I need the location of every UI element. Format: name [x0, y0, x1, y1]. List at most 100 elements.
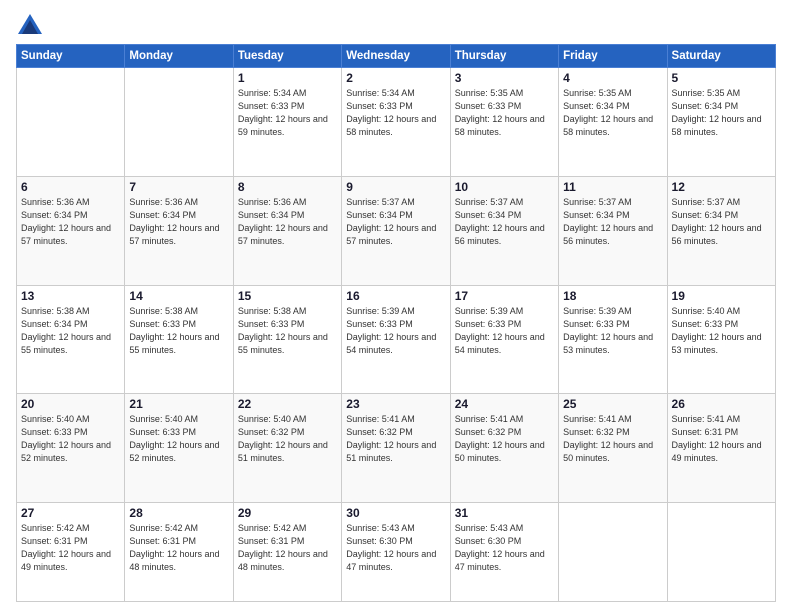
day-number: 30	[346, 506, 445, 520]
day-number: 26	[672, 397, 771, 411]
day-number: 6	[21, 180, 120, 194]
day-info: Sunrise: 5:43 AM Sunset: 6:30 PM Dayligh…	[455, 522, 554, 574]
calendar-day-cell: 20Sunrise: 5:40 AM Sunset: 6:33 PM Dayli…	[17, 394, 125, 503]
day-info: Sunrise: 5:41 AM Sunset: 6:32 PM Dayligh…	[346, 413, 445, 465]
day-number: 13	[21, 289, 120, 303]
calendar-day-cell	[667, 503, 775, 602]
calendar-day-cell: 10 Sunrise: 5:37 AM Sunset: 6:34 PM Dayli…	[450, 176, 558, 285]
day-info: Sunrise: 5:37 AM Sunset: 6:34 PM Dayligh…	[672, 196, 771, 248]
day-number: 1	[238, 71, 337, 85]
calendar-day-cell	[559, 503, 667, 602]
calendar-day-cell: 16 Sunrise: 5:39 AM Sunset: 6:33 PM Dayli…	[342, 285, 450, 394]
day-info: Sunrise: 5:40 AM Sunset: 6:33 PM Dayligh…	[129, 413, 228, 465]
day-number: 11	[563, 180, 662, 194]
day-info: Sunrise: 5:40 AM Sunset: 6:32 PM Dayligh…	[238, 413, 337, 465]
calendar-day-cell: 13 Sunrise: 5:38 AM Sunset: 6:34 PM Dayli…	[17, 285, 125, 394]
day-info: Sunrise: 5:34 AM Sunset: 6:33 PM Dayligh…	[238, 87, 337, 139]
day-info: Sunrise: 5:41 AM Sunset: 6:31 PM Dayligh…	[672, 413, 771, 465]
day-info: Sunrise: 5:38 AM Sunset: 6:33 PM Dayligh…	[129, 305, 228, 357]
day-info: Sunrise: 5:37 AM Sunset: 6:34 PM Dayligh…	[563, 196, 662, 248]
day-number: 16	[346, 289, 445, 303]
day-info: Sunrise: 5:42 AM Sunset: 6:31 PM Dayligh…	[129, 522, 228, 574]
day-info: Sunrise: 5:39 AM Sunset: 6:33 PM Dayligh…	[563, 305, 662, 357]
day-number: 9	[346, 180, 445, 194]
day-number: 21	[129, 397, 228, 411]
calendar-day-cell	[17, 68, 125, 177]
day-number: 7	[129, 180, 228, 194]
day-info: Sunrise: 5:34 AM Sunset: 6:33 PM Dayligh…	[346, 87, 445, 139]
calendar-day-cell: 5 Sunrise: 5:35 AM Sunset: 6:34 PM Daylig…	[667, 68, 775, 177]
calendar-day-cell: 18 Sunrise: 5:39 AM Sunset: 6:33 PM Dayli…	[559, 285, 667, 394]
day-number: 24	[455, 397, 554, 411]
page: SundayMondayTuesdayWednesdayThursdayFrid…	[0, 0, 792, 612]
day-info: Sunrise: 5:38 AM Sunset: 6:33 PM Dayligh…	[238, 305, 337, 357]
day-number: 18	[563, 289, 662, 303]
day-number: 17	[455, 289, 554, 303]
day-number: 22	[238, 397, 337, 411]
calendar-day-cell: 24 Sunrise: 5:41 AM Sunset: 6:32 PM Dayli…	[450, 394, 558, 503]
day-number: 27	[21, 506, 120, 520]
calendar-day-cell: 21 Sunrise: 5:40 AM Sunset: 6:33 PM Dayli…	[125, 394, 233, 503]
day-number: 12	[672, 180, 771, 194]
header	[16, 12, 776, 40]
calendar-day-cell: 12 Sunrise: 5:37 AM Sunset: 6:34 PM Dayli…	[667, 176, 775, 285]
day-info: Sunrise: 5:35 AM Sunset: 6:34 PM Dayligh…	[672, 87, 771, 139]
day-info: Sunrise: 5:37 AM Sunset: 6:34 PM Dayligh…	[455, 196, 554, 248]
day-info: Sunrise: 5:35 AM Sunset: 6:34 PM Dayligh…	[563, 87, 662, 139]
calendar-day-cell	[125, 68, 233, 177]
calendar-day-cell: 2 Sunrise: 5:34 AM Sunset: 6:33 PM Daylig…	[342, 68, 450, 177]
calendar-day-cell: 19 Sunrise: 5:40 AM Sunset: 6:33 PM Dayli…	[667, 285, 775, 394]
day-info: Sunrise: 5:41 AM Sunset: 6:32 PM Dayligh…	[455, 413, 554, 465]
day-info: Sunrise: 5:42 AM Sunset: 6:31 PM Dayligh…	[21, 522, 120, 574]
weekday-header: Wednesday	[342, 45, 450, 68]
calendar-day-cell: 4 Sunrise: 5:35 AM Sunset: 6:34 PM Daylig…	[559, 68, 667, 177]
weekday-header: Friday	[559, 45, 667, 68]
day-info: Sunrise: 5:41 AM Sunset: 6:32 PM Dayligh…	[563, 413, 662, 465]
calendar-day-cell: 23 Sunrise: 5:41 AM Sunset: 6:32 PM Dayli…	[342, 394, 450, 503]
calendar-day-cell: 8Sunrise: 5:36 AM Sunset: 6:34 PM Daylig…	[233, 176, 341, 285]
day-info: Sunrise: 5:35 AM Sunset: 6:33 PM Dayligh…	[455, 87, 554, 139]
calendar-day-cell: 26 Sunrise: 5:41 AM Sunset: 6:31 PM Dayli…	[667, 394, 775, 503]
calendar-day-cell: 17 Sunrise: 5:39 AM Sunset: 6:33 PM Dayli…	[450, 285, 558, 394]
calendar-day-cell: 22 Sunrise: 5:40 AM Sunset: 6:32 PM Dayli…	[233, 394, 341, 503]
calendar-table: SundayMondayTuesdayWednesdayThursdayFrid…	[16, 44, 776, 602]
day-number: 19	[672, 289, 771, 303]
day-number: 14	[129, 289, 228, 303]
day-info: Sunrise: 5:36 AM Sunset: 6:34 PM Dayligh…	[238, 196, 337, 248]
calendar-week-row: 20Sunrise: 5:40 AM Sunset: 6:33 PM Dayli…	[17, 394, 776, 503]
day-number: 29	[238, 506, 337, 520]
day-info: Sunrise: 5:39 AM Sunset: 6:33 PM Dayligh…	[346, 305, 445, 357]
day-number: 23	[346, 397, 445, 411]
day-number: 2	[346, 71, 445, 85]
weekday-header: Thursday	[450, 45, 558, 68]
day-info: Sunrise: 5:38 AM Sunset: 6:34 PM Dayligh…	[21, 305, 120, 357]
day-info: Sunrise: 5:40 AM Sunset: 6:33 PM Dayligh…	[672, 305, 771, 357]
weekday-header: Monday	[125, 45, 233, 68]
day-number: 4	[563, 71, 662, 85]
day-info: Sunrise: 5:43 AM Sunset: 6:30 PM Dayligh…	[346, 522, 445, 574]
day-number: 3	[455, 71, 554, 85]
day-number: 5	[672, 71, 771, 85]
day-number: 28	[129, 506, 228, 520]
calendar-day-cell: 28 Sunrise: 5:42 AM Sunset: 6:31 PM Dayli…	[125, 503, 233, 602]
day-info: Sunrise: 5:40 AM Sunset: 6:33 PM Dayligh…	[21, 413, 120, 465]
calendar-day-cell: 7Sunrise: 5:36 AM Sunset: 6:34 PM Daylig…	[125, 176, 233, 285]
calendar-week-row: 13 Sunrise: 5:38 AM Sunset: 6:34 PM Dayli…	[17, 285, 776, 394]
calendar-day-cell: 25Sunrise: 5:41 AM Sunset: 6:32 PM Dayli…	[559, 394, 667, 503]
calendar-day-cell: 29Sunrise: 5:42 AM Sunset: 6:31 PM Dayli…	[233, 503, 341, 602]
day-info: Sunrise: 5:37 AM Sunset: 6:34 PM Dayligh…	[346, 196, 445, 248]
calendar-day-cell: 14 Sunrise: 5:38 AM Sunset: 6:33 PM Dayli…	[125, 285, 233, 394]
calendar-day-cell: 31 Sunrise: 5:43 AM Sunset: 6:30 PM Dayli…	[450, 503, 558, 602]
calendar-day-cell: 30 Sunrise: 5:43 AM Sunset: 6:30 PM Dayli…	[342, 503, 450, 602]
day-number: 15	[238, 289, 337, 303]
day-info: Sunrise: 5:36 AM Sunset: 6:34 PM Dayligh…	[21, 196, 120, 248]
calendar-day-cell: 3 Sunrise: 5:35 AM Sunset: 6:33 PM Daylig…	[450, 68, 558, 177]
day-number: 10	[455, 180, 554, 194]
calendar-week-row: 1 Sunrise: 5:34 AM Sunset: 6:33 PM Daylig…	[17, 68, 776, 177]
day-number: 31	[455, 506, 554, 520]
calendar-week-row: 27 Sunrise: 5:42 AM Sunset: 6:31 PM Dayli…	[17, 503, 776, 602]
weekday-header: Saturday	[667, 45, 775, 68]
day-info: Sunrise: 5:39 AM Sunset: 6:33 PM Dayligh…	[455, 305, 554, 357]
calendar-day-cell: 15 Sunrise: 5:38 AM Sunset: 6:33 PM Dayli…	[233, 285, 341, 394]
logo-icon	[16, 12, 44, 40]
